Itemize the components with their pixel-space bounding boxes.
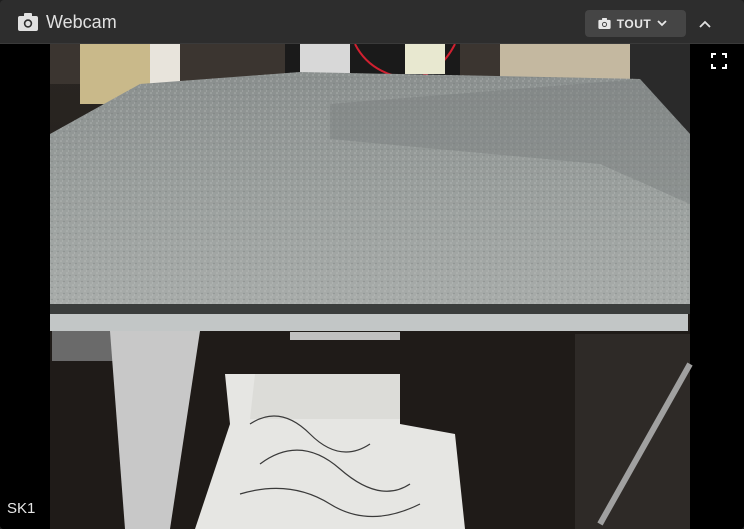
chevron-up-icon (699, 20, 711, 28)
chevron-down-icon (657, 20, 667, 27)
panel-header: Webcam TOUT (0, 0, 744, 44)
panel-title-text: Webcam (46, 11, 117, 32)
collapse-button[interactable] (693, 12, 717, 36)
camera-icon (18, 13, 38, 31)
fullscreen-icon[interactable] (710, 52, 728, 70)
webcam-feed (0, 44, 744, 529)
camera-select-button[interactable]: TOUT (585, 10, 686, 37)
camera-select-label: TOUT (616, 16, 652, 31)
webcam-image (0, 44, 744, 529)
panel-title: Webcam (18, 10, 117, 34)
camera-name-label: SK1 (7, 500, 36, 517)
webcam-panel: Webcam TOUT SK1 (0, 0, 744, 529)
camera-icon (598, 18, 611, 29)
